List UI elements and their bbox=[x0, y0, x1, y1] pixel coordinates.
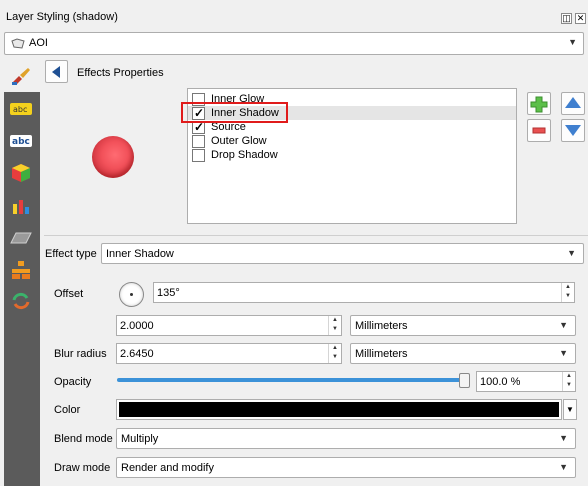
chevron-down-icon: ▼ bbox=[559, 348, 568, 358]
plus-icon bbox=[530, 96, 548, 113]
diagram-icon[interactable] bbox=[9, 195, 33, 217]
opacity-slider-handle[interactable] bbox=[459, 373, 470, 388]
draw-mode-label: Draw mode bbox=[54, 462, 111, 474]
arrow-down-icon bbox=[565, 125, 581, 136]
chevron-down-icon: ▼ bbox=[559, 462, 568, 472]
remove-effect-button[interactable] bbox=[527, 119, 551, 142]
effect-label: Drop Shadow bbox=[211, 149, 278, 161]
add-effect-button[interactable] bbox=[527, 92, 551, 115]
panel-titlebar: Layer Styling (shadow) ◫ ✕ bbox=[0, 0, 588, 30]
3d-cube-icon[interactable] bbox=[9, 162, 33, 184]
paintbrush-icon[interactable] bbox=[9, 65, 33, 87]
back-button[interactable] bbox=[45, 60, 68, 83]
chevron-down-icon: ▼ bbox=[559, 320, 568, 330]
offset-unit-value: Millimeters bbox=[355, 320, 408, 332]
color-button[interactable] bbox=[116, 399, 562, 420]
effect-item-outer-glow[interactable]: Outer Glow bbox=[192, 134, 267, 148]
offset-angle-spinbox[interactable]: 135° ▲ ▼ bbox=[153, 282, 575, 303]
effect-type-value: Inner Shadow bbox=[106, 248, 174, 260]
splitter[interactable] bbox=[44, 235, 588, 236]
opacity-spinbox[interactable]: 100.0 % ▲ ▼ bbox=[476, 371, 576, 392]
arrow-up-icon bbox=[565, 97, 581, 108]
effect-item-drop-shadow[interactable]: Drop Shadow bbox=[192, 148, 278, 162]
highlight-annotation bbox=[181, 102, 288, 123]
effect-preview bbox=[92, 136, 134, 178]
effect-label: Outer Glow bbox=[211, 135, 267, 147]
chevron-down-icon: ▼ bbox=[568, 37, 577, 47]
minus-icon bbox=[532, 127, 546, 134]
label-abc-icon[interactable]: abc bbox=[9, 98, 33, 120]
offset-distance-spinbox[interactable]: 2.0000 ▲ ▼ bbox=[116, 315, 342, 336]
offset-label: Offset bbox=[54, 288, 84, 300]
draw-mode-value: Render and modify bbox=[121, 462, 214, 474]
polygon-layer-icon bbox=[11, 38, 25, 49]
panel-title: Layer Styling (shadow) bbox=[6, 11, 118, 23]
move-down-button[interactable] bbox=[561, 119, 585, 142]
offset-angle-value: 135° bbox=[157, 287, 180, 299]
color-swatch bbox=[119, 402, 559, 417]
spin-arrows-icon[interactable]: ▲ ▼ bbox=[562, 372, 575, 391]
mask-icon[interactable] bbox=[9, 227, 33, 249]
fields-icon[interactable] bbox=[9, 259, 33, 281]
blend-mode-label: Blend mode bbox=[54, 433, 113, 445]
color-menu-button[interactable]: ▼ bbox=[563, 399, 577, 420]
spin-arrows-icon[interactable]: ▲ ▼ bbox=[561, 283, 574, 302]
angle-dial[interactable] bbox=[119, 282, 144, 307]
effect-type-label: Effect type bbox=[45, 248, 97, 260]
chevron-down-icon: ▼ bbox=[559, 433, 568, 443]
layer-select[interactable]: AOI ▼ bbox=[4, 32, 584, 55]
offset-unit-select[interactable]: Millimeters ▼ bbox=[350, 315, 576, 336]
float-icon[interactable]: ◫ bbox=[561, 13, 572, 24]
spin-arrows-icon[interactable]: ▲ ▼ bbox=[328, 316, 341, 335]
close-icon[interactable]: ✕ bbox=[575, 13, 586, 24]
draw-mode-select[interactable]: Render and modify ▼ bbox=[116, 457, 576, 478]
blur-radius-label: Blur radius bbox=[54, 348, 107, 360]
history-icon[interactable] bbox=[9, 290, 33, 312]
blur-radius-value: 2.6450 bbox=[120, 348, 154, 360]
svg-text:abc: abc bbox=[13, 105, 27, 114]
effects-properties-title: Effects Properties bbox=[77, 67, 164, 79]
move-up-button[interactable] bbox=[561, 92, 585, 115]
color-label: Color bbox=[54, 404, 81, 416]
label-abc-blue-icon[interactable]: abc bbox=[9, 130, 33, 152]
styling-sidebar: abc abc bbox=[4, 60, 40, 486]
opacity-value: 100.0 % bbox=[480, 376, 521, 388]
effect-checkbox[interactable] bbox=[192, 148, 205, 162]
blend-mode-select[interactable]: Multiply ▼ bbox=[116, 428, 576, 449]
blur-unit-select[interactable]: Millimeters ▼ bbox=[350, 343, 576, 364]
effect-type-select[interactable]: Inner Shadow ▼ bbox=[101, 243, 584, 264]
blur-radius-spinbox[interactable]: 2.6450 ▲ ▼ bbox=[116, 343, 342, 364]
opacity-label: Opacity bbox=[54, 376, 92, 388]
svg-text:abc: abc bbox=[12, 137, 30, 147]
blur-unit-value: Millimeters bbox=[355, 348, 408, 360]
effect-checkbox[interactable] bbox=[192, 134, 205, 148]
blend-mode-value: Multiply bbox=[121, 433, 159, 445]
opacity-slider-track[interactable] bbox=[117, 378, 467, 382]
layer-name: AOI bbox=[29, 37, 48, 49]
chevron-down-icon: ▼ bbox=[567, 248, 576, 258]
offset-distance-value: 2.0000 bbox=[120, 320, 154, 332]
spin-arrows-icon[interactable]: ▲ ▼ bbox=[328, 344, 341, 363]
